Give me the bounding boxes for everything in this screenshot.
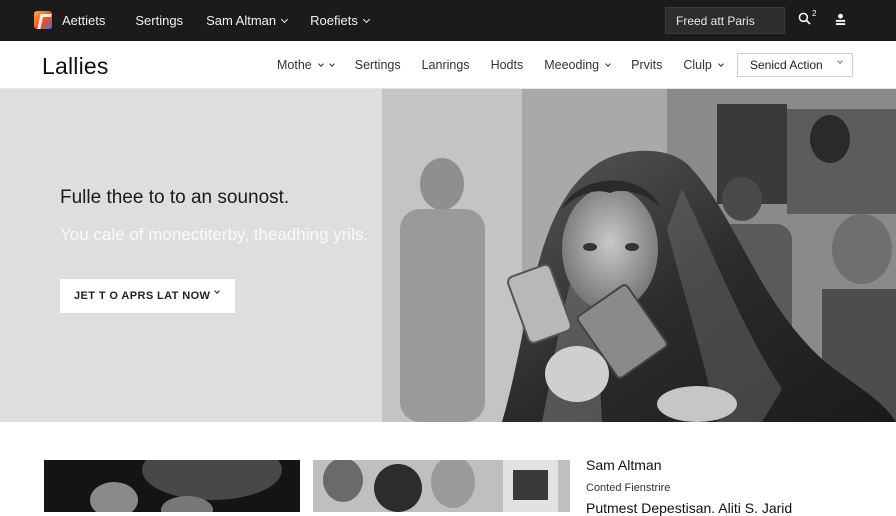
top-bar: Aettiets Sertings Sam Altman Roefiets 2 <box>0 0 896 41</box>
article-author[interactable]: Sam Altman <box>586 457 661 473</box>
top-nav-item-roefiets[interactable]: Roefiets <box>310 13 370 28</box>
search-icon[interactable] <box>798 12 811 25</box>
top-nav-item-sam-altman[interactable]: Sam Altman <box>206 13 289 28</box>
nav-item-hodts[interactable]: Hodts <box>491 58 524 72</box>
news-card-image[interactable] <box>44 460 300 512</box>
chevron-down-icon <box>605 60 611 67</box>
action-dropdown-button[interactable]: Senicd Action <box>737 53 853 77</box>
top-nav-item-sertings[interactable]: Sertings <box>135 13 183 28</box>
nav-label: Mothe <box>277 58 312 72</box>
chevron-down-icon[interactable] <box>328 60 335 67</box>
article-label: Conted Fienstrire <box>586 482 671 494</box>
nav-label: Clulp <box>683 58 712 72</box>
user-icon[interactable] <box>834 12 847 26</box>
nav-label: Lanrings <box>421 58 470 72</box>
nav-item-sertings[interactable]: Sertings <box>355 58 401 72</box>
nav-item-mothe[interactable]: Mothe <box>277 58 335 72</box>
chevron-down-icon <box>362 15 370 23</box>
card-photo <box>44 460 300 512</box>
top-nav-item-aettiets[interactable]: Aettiets <box>62 13 105 28</box>
main-nav: Mothe Sertings Lanrings Hodts Meeoding P… <box>277 41 744 89</box>
top-nav: Aettiets Sertings Sam Altman Roefiets <box>62 0 392 41</box>
hero-cta-button[interactable]: JET T O APRS LAT NOW <box>60 279 235 313</box>
brand-title[interactable]: Lallies <box>42 53 109 80</box>
hero-section: Fulle thee to to an sounost. You cale of… <box>0 89 896 422</box>
main-header: Lallies Mothe Sertings Lanrings Hodts Me… <box>0 41 896 89</box>
hero-text-panel: Fulle thee to to an sounost. You cale of… <box>0 89 382 422</box>
chevron-down-icon <box>718 60 724 67</box>
news-card-image[interactable] <box>313 460 570 512</box>
nav-item-clulp[interactable]: Clulp <box>683 58 724 72</box>
chevron-down-icon <box>837 58 843 64</box>
search-input[interactable] <box>665 7 785 34</box>
hero-photo <box>382 89 896 422</box>
search-badge: 2 <box>812 9 817 18</box>
chevron-down-icon <box>214 288 220 294</box>
action-label: Senicd Action <box>750 58 823 72</box>
hero-subtitle: You cale of monectiterby, theadhing yril… <box>60 225 369 244</box>
chevron-down-icon <box>281 15 289 23</box>
top-nav-label: Sertings <box>135 13 184 28</box>
article-headline[interactable]: Putmest Depestisan. Aliti S. Jarid <box>586 500 792 516</box>
hero-title: Fulle thee to to an sounost. <box>60 187 290 208</box>
logo-icon[interactable] <box>34 11 52 29</box>
nav-label: Prvits <box>631 58 663 72</box>
nav-label: Sertings <box>354 58 401 72</box>
chevron-down-icon <box>317 60 324 67</box>
nav-item-lanrings[interactable]: Lanrings <box>422 58 470 72</box>
card-photo <box>313 460 570 512</box>
top-nav-label: Roefiets <box>310 13 358 28</box>
cta-label: JET T O APRS LAT NOW <box>74 290 211 302</box>
nav-item-prvits[interactable]: Prvits <box>631 58 662 72</box>
top-nav-label: Sam Altman <box>206 13 277 28</box>
top-nav-label: Aettiets <box>62 13 106 28</box>
nav-label: Meeoding <box>544 58 600 72</box>
nav-label: Hodts <box>490 58 524 72</box>
nav-item-meeoding[interactable]: Meeoding <box>544 58 611 72</box>
hero-image <box>382 89 896 422</box>
